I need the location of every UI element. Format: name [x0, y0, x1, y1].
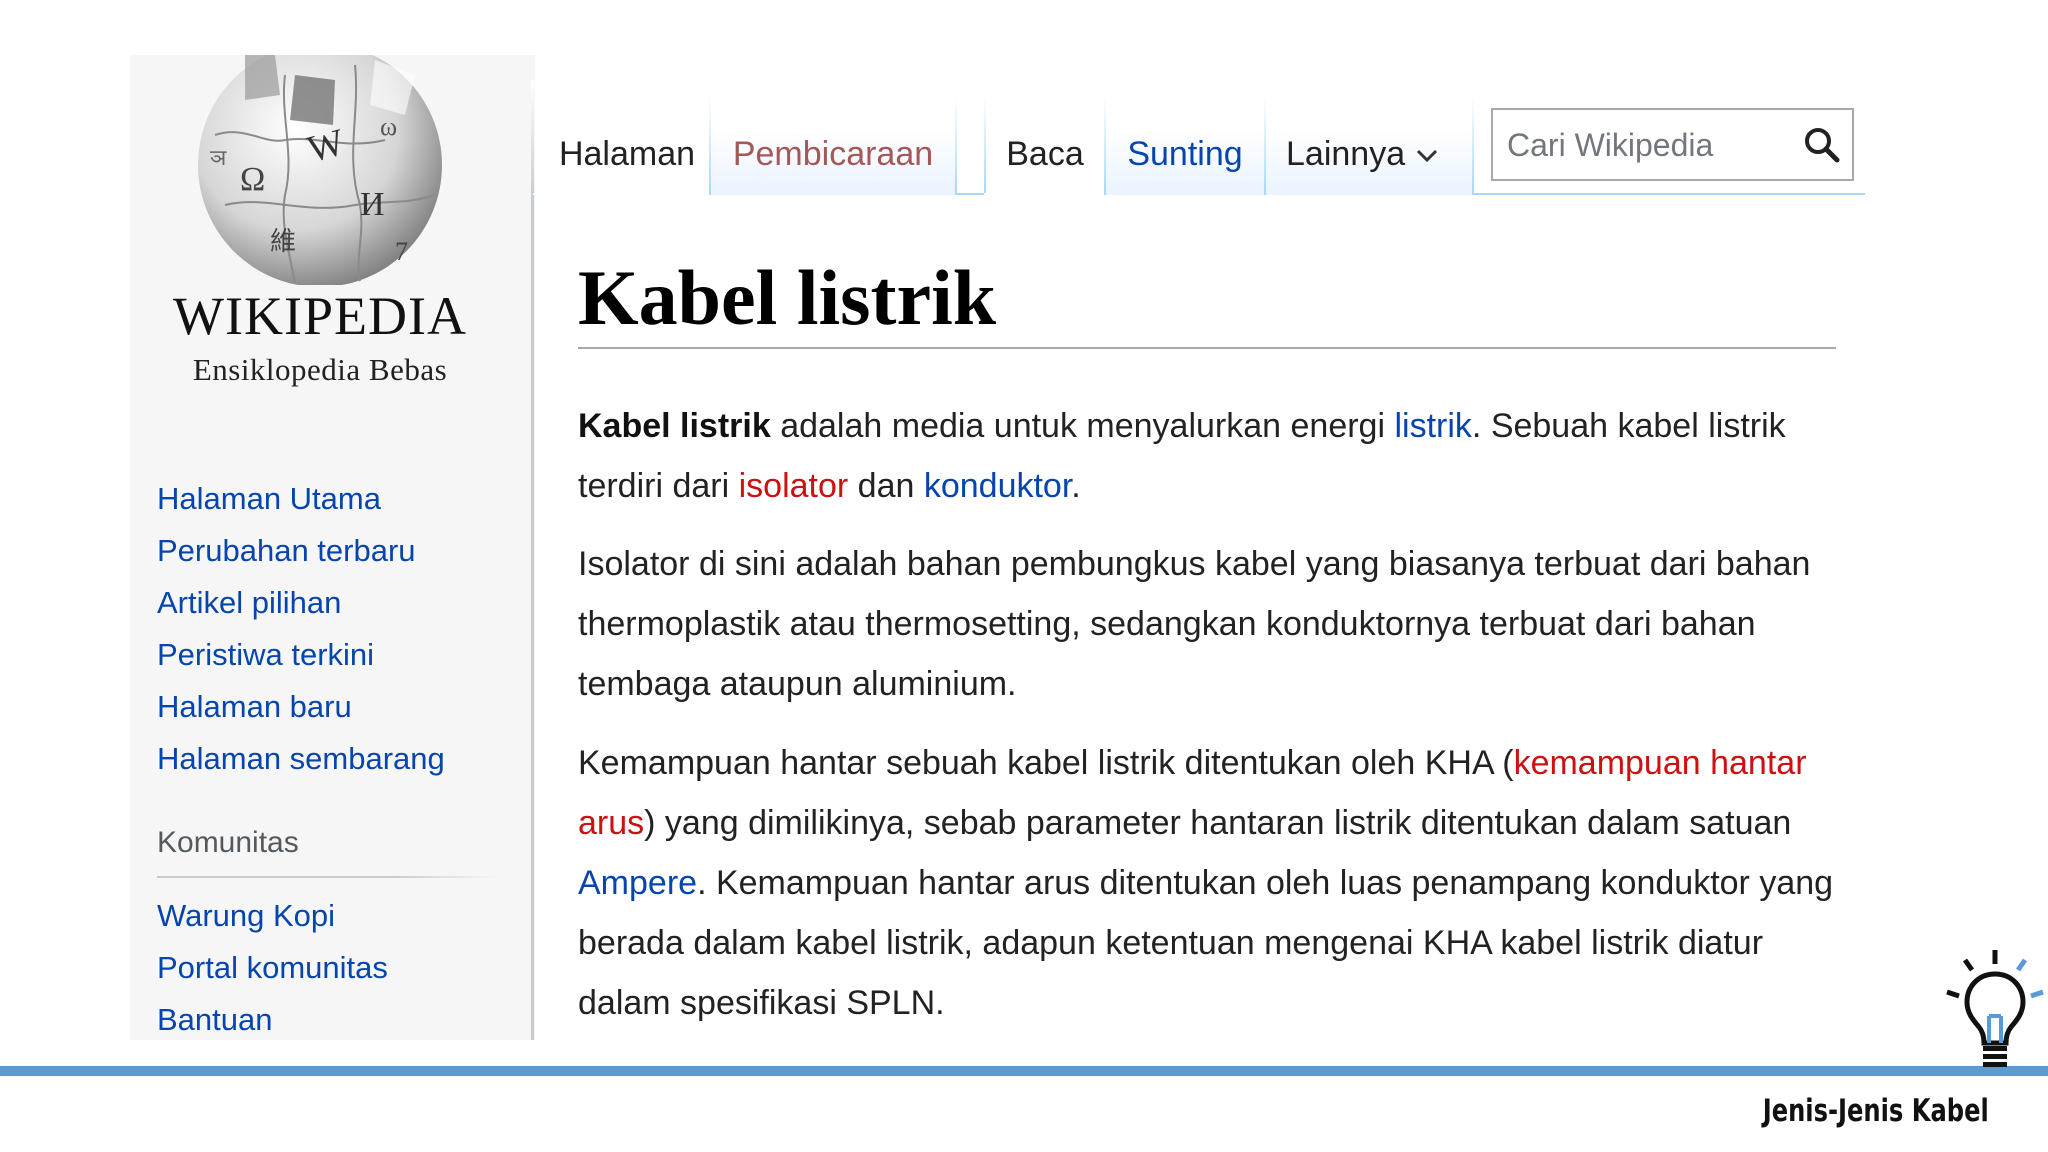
tab-baca[interactable]: Baca: [986, 95, 1104, 195]
sidebar-item-halaman-baru[interactable]: Halaman baru: [157, 684, 445, 736]
tab-separator: [955, 95, 957, 195]
tab-lainnya-dropdown[interactable]: Lainnya: [1266, 95, 1472, 195]
svg-text:ञ: ञ: [210, 145, 227, 170]
sidebar-navigation: Halaman Utama Perubahan terbaru Artikel …: [157, 476, 445, 788]
text-span: Kemampuan hantar sebuah kabel listrik di…: [578, 744, 1514, 782]
sidebar-item-warung-kopi[interactable]: Warung Kopi: [157, 893, 388, 945]
sidebar-item-halaman-utama[interactable]: Halaman Utama: [157, 476, 445, 528]
text-span: adalah media untuk menyalurkan energi: [770, 407, 1395, 445]
sidebar-item-perubahan-terbaru[interactable]: Perubahan terbaru: [157, 528, 445, 580]
wikipedia-wordmark: WIKIPEDIA: [173, 286, 467, 346]
text-span: .: [1071, 467, 1081, 505]
article-paragraph: Isolator di sini adalah bahan pembungkus…: [578, 545, 1811, 703]
svg-text:Ω: Ω: [240, 161, 265, 198]
title-divider: [578, 347, 1836, 349]
wikipedia-tagline: Ensiklopedia Bebas: [192, 352, 448, 387]
tab-selected-gap: [533, 193, 709, 195]
page-title: Kabel listrik: [578, 254, 997, 341]
sidebar-item-halaman-sembarang[interactable]: Halaman sembarang: [157, 736, 445, 788]
svg-text:7: 7: [395, 237, 408, 266]
footer-bar: [0, 1066, 2048, 1076]
link-isolator[interactable]: isolator: [739, 467, 849, 505]
link-listrik[interactable]: listrik: [1394, 407, 1471, 445]
svg-text:維: 維: [270, 227, 296, 257]
tab-lainnya-label: Lainnya: [1286, 135, 1406, 173]
text-span: . Kemampuan hantar arus ditentukan oleh …: [578, 864, 1834, 1022]
tab-separator: [1472, 95, 1474, 195]
search-input[interactable]: [1507, 122, 1787, 168]
article-paragraph: Kabel listrik adalah media untuk menyalu…: [578, 396, 1848, 516]
sidebar-item-bantuan[interactable]: Bantuan: [157, 997, 388, 1049]
text-span: dan: [848, 467, 924, 505]
tab-selected-gap: [984, 193, 1104, 195]
svg-text:И: И: [360, 186, 385, 223]
sidebar-item-artikel-pilihan[interactable]: Artikel pilihan: [157, 580, 445, 632]
link-konduktor[interactable]: konduktor: [924, 467, 1071, 505]
search-icon[interactable]: [1803, 126, 1841, 164]
link-ampere[interactable]: Ampere: [578, 864, 697, 902]
search-box[interactable]: [1491, 108, 1854, 181]
svg-text:ω: ω: [380, 112, 397, 141]
article-term-bold: Kabel listrik: [578, 407, 771, 445]
slide-caption: Jenis-Jenis Kabel: [1762, 1093, 1989, 1129]
community-heading[interactable]: Komunitas: [157, 826, 299, 860]
wikipedia-logo[interactable]: Ω W И 維 ω 7 ञ WIKIPEDIA Ensiklopedia Beb…: [150, 55, 490, 395]
article-paragraph: Kemampuan hantar sebuah kabel listrik di…: [578, 733, 1848, 1033]
community-divider: [157, 876, 497, 878]
sidebar-item-portal-komunitas[interactable]: Portal komunitas: [157, 945, 388, 997]
community-navigation: Warung Kopi Portal komunitas Bantuan: [157, 893, 388, 1049]
wikipedia-puzzle-globe-icon: Ω W И 維 ω 7 ञ: [198, 55, 442, 285]
tab-pembicaraan[interactable]: Pembicaraan: [711, 95, 955, 195]
sidebar-item-peristiwa-terkini[interactable]: Peristiwa terkini: [157, 632, 445, 684]
sidebar-border: [531, 80, 534, 1040]
tab-sunting[interactable]: Sunting: [1106, 95, 1264, 195]
text-span: ) yang dimilikinya, sebab parameter hant…: [644, 804, 1792, 842]
chevron-down-icon: [1417, 149, 1438, 163]
lightbulb-icon: [1946, 950, 2044, 1067]
tab-halaman[interactable]: Halaman: [545, 95, 709, 195]
